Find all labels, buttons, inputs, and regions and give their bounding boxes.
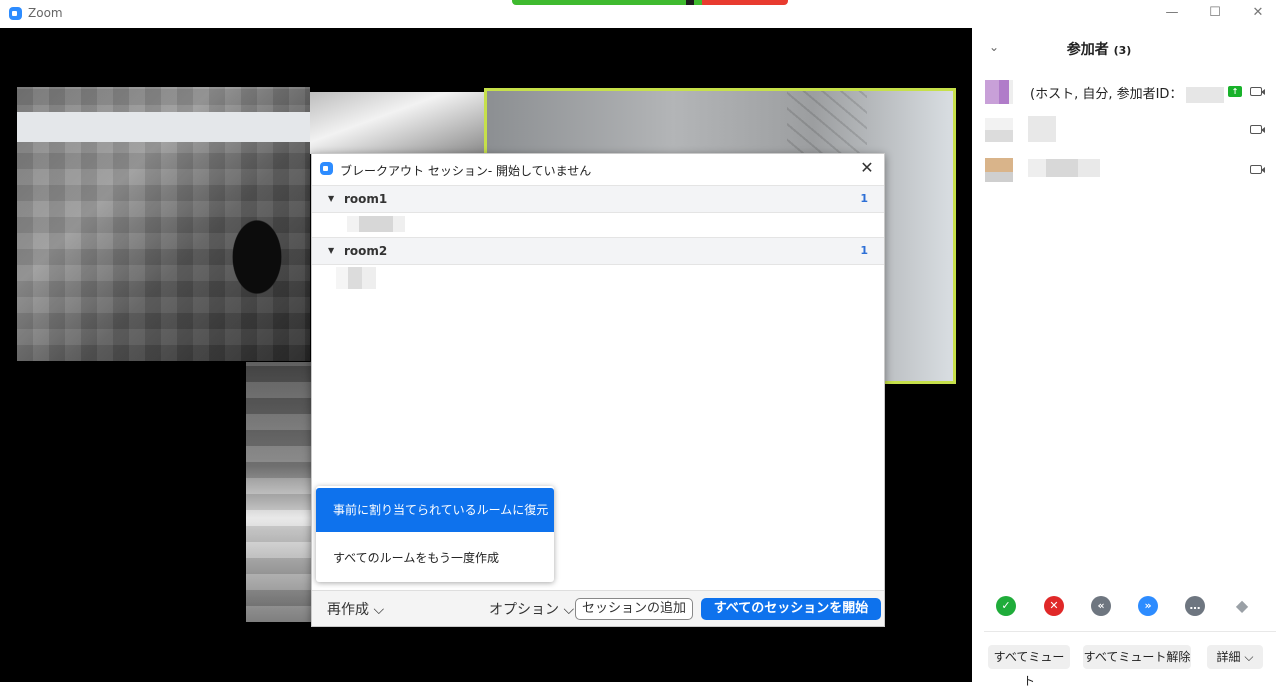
participant-row[interactable]: (ホスト, 自分, 参加者ID： ↑ (972, 78, 1280, 114)
camera-icon[interactable] (1250, 125, 1265, 134)
more-options-button[interactable]: 詳細 ⌵ (1207, 645, 1263, 669)
room-row-room2[interactable]: ▼ room2 1 (312, 237, 884, 265)
menu-item-restore-preassigned[interactable]: 事前に割り当てられているルームに復元 (316, 488, 554, 532)
avatar (985, 158, 1013, 182)
participant-name: (ホスト, 自分, 参加者ID： (1030, 87, 1183, 102)
screen-share-bar[interactable] (512, 0, 788, 5)
panel-title: 参加者 (3) (972, 39, 1226, 59)
share-screen-icon: ↑ (1228, 86, 1242, 97)
divider (984, 631, 1276, 632)
more-icon[interactable]: … (1185, 596, 1205, 616)
start-all-sessions-button[interactable]: すべてのセッションを開始 (701, 598, 881, 620)
check-icon[interactable]: ✓ (996, 596, 1016, 616)
video-tile[interactable] (17, 87, 310, 361)
assigned-participant[interactable] (347, 216, 405, 232)
zoom-logo-icon (9, 7, 22, 20)
nonverbal-feedback-bar: ✓ ✕ « » … ◆ (996, 596, 1264, 618)
video-tile[interactable] (310, 92, 486, 154)
mute-all-button[interactable]: すべてミュート (988, 645, 1070, 688)
recreate-dropdown-button[interactable]: 再作成 ⌵ (327, 599, 384, 619)
slower-icon[interactable]: « (1091, 596, 1111, 616)
clear-icon[interactable]: ◆ (1232, 596, 1252, 616)
title-bar: Zoom — ☐ ✕ (0, 0, 1280, 28)
assigned-participant[interactable] (336, 267, 376, 289)
room-participant-count: 1 (860, 244, 868, 257)
zoom-logo-icon (320, 162, 333, 175)
close-window-button[interactable]: ✕ (1248, 4, 1268, 22)
minimize-button[interactable]: — (1162, 4, 1182, 22)
camera-icon[interactable] (1250, 87, 1265, 96)
options-dropdown-button[interactable]: オプション ⌵ (489, 599, 574, 619)
avatar (985, 80, 1013, 104)
menu-item-recreate-all[interactable]: すべてのルームをもう一度作成 (316, 536, 554, 580)
recreate-menu: 事前に割り当てられているルームに復元 すべてのルームをもう一度作成 (316, 486, 554, 582)
cross-icon[interactable]: ✕ (1044, 596, 1064, 616)
video-tile[interactable] (246, 362, 312, 622)
participant-count: (3) (1113, 44, 1132, 57)
room-name: room2 (344, 244, 388, 258)
panel-title-text: 参加者 (1066, 42, 1109, 58)
participant-name-redacted (1028, 116, 1056, 142)
camera-icon[interactable] (1250, 165, 1265, 174)
participant-row[interactable] (972, 116, 1280, 152)
room-row-room1[interactable]: ▼ room1 1 (312, 185, 884, 213)
dialog-footer: 再作成 ⌵ オプション ⌵ セッションの追加 すべてのセッションを開始 (312, 590, 884, 626)
maximize-button[interactable]: ☐ (1205, 4, 1225, 22)
add-session-button[interactable]: セッションの追加 (575, 598, 693, 620)
room-participant-count: 1 (860, 192, 868, 205)
faster-icon[interactable]: » (1138, 596, 1158, 616)
avatar (985, 118, 1013, 142)
participants-panel: ⌄ 参加者 (3) (ホスト, 自分, 参加者ID： ↑ ✓ ✕ « » … ◆… (972, 28, 1280, 688)
room-name: room1 (344, 192, 388, 206)
app-title: Zoom (28, 6, 63, 20)
participant-row[interactable] (972, 156, 1280, 192)
dialog-close-button[interactable]: ✕ (858, 159, 876, 177)
dialog-title-bar: ブレークアウト セッション- 開始していません ✕ (312, 154, 884, 185)
unmute-all-button[interactable]: すべてミュート解除 (1083, 645, 1191, 669)
caret-down-icon[interactable]: ▼ (328, 194, 334, 203)
participant-id-redacted (1186, 87, 1224, 103)
participant-name-redacted (1028, 159, 1100, 177)
dialog-title: ブレークアウト セッション- 開始していません (340, 164, 592, 178)
caret-down-icon[interactable]: ▼ (328, 246, 334, 255)
